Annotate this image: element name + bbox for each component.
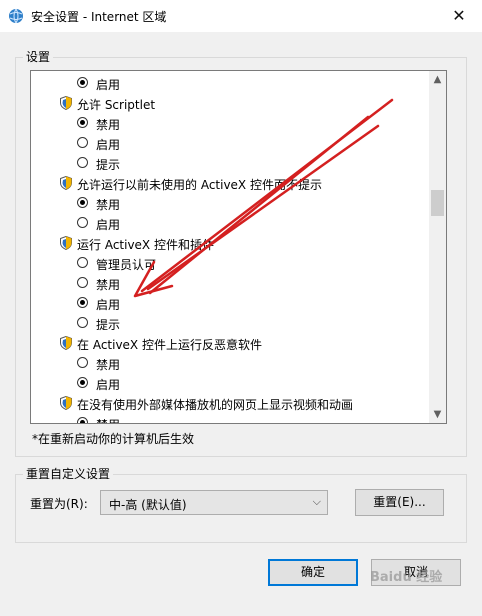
watermark: Baidu 经验: [370, 570, 443, 585]
red-arrow-annotation: [133, 98, 394, 298]
